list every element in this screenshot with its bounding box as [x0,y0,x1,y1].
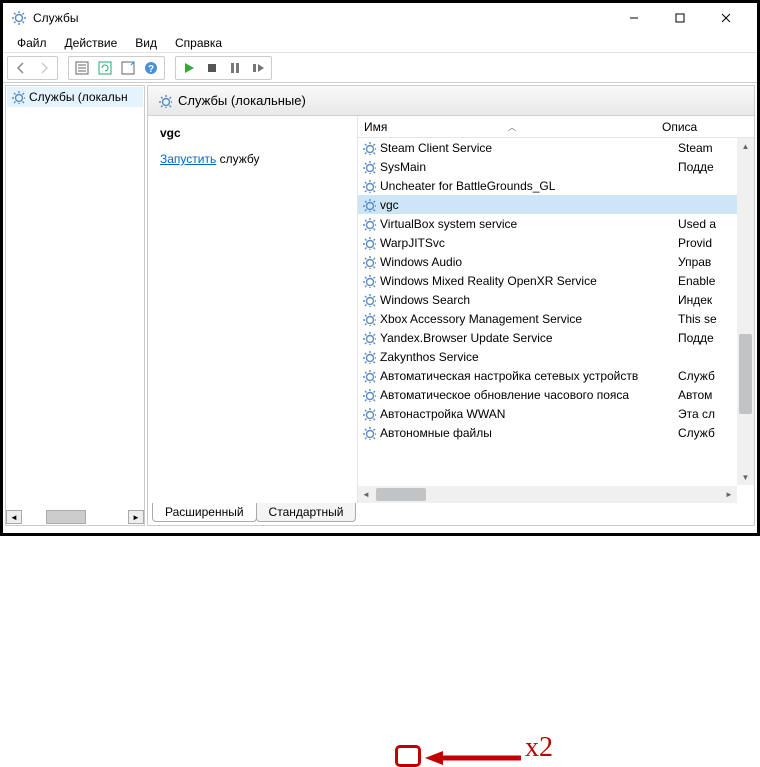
start-service-line: Запустить службу [160,152,345,166]
window-title: Службы [33,11,611,25]
service-row[interactable]: Автоматическая настройка сетевых устройс… [358,366,754,385]
view-tabs: Расширенный Стандартный [148,503,754,525]
services-icon [11,10,27,26]
horizontal-scrollbar[interactable]: ◄► [358,486,737,503]
service-name: Автономные файлы [380,426,674,440]
start-rest: службу [216,152,259,166]
service-name: Steam Client Service [380,141,674,155]
gear-icon [362,312,376,326]
export-button[interactable] [117,58,139,78]
vertical-scrollbar[interactable]: ▲▼ [737,138,754,485]
svg-text:?: ? [148,64,154,75]
service-name: Windows Mixed Reality OpenXR Service [380,274,674,288]
tab-extended[interactable]: Расширенный [152,503,257,522]
service-row[interactable]: Windows AudioУправ [358,252,754,271]
toolbar: ? [3,53,757,83]
service-row[interactable]: Windows Mixed Reality OpenXR ServiceEnab… [358,271,754,290]
service-name: Yandex.Browser Update Service [380,331,674,345]
gear-icon [362,198,376,212]
properties-button[interactable] [71,58,93,78]
service-name: Windows Audio [380,255,674,269]
service-name: WarpJITSvc [380,236,674,250]
tree-item-label: Службы (локальн [29,90,128,104]
service-row[interactable]: WarpJITSvcProvid [358,233,754,252]
stop-service-button[interactable] [201,58,223,78]
gear-icon [362,179,376,193]
service-list[interactable]: Имя︿ Описа Steam Client ServiceSteamSysM… [358,116,754,503]
service-name: Автоматическая настройка сетевых устройс… [380,369,674,383]
gear-icon [362,407,376,421]
panel-header: Службы (локальные) [148,86,754,116]
service-row[interactable]: Uncheater for BattleGrounds_GL [358,176,754,195]
service-name: Zakynthos Service [380,350,674,364]
navigation-tree[interactable]: Службы (локальн ◄ ► [5,85,145,526]
gear-icon [362,388,376,402]
gear-icon [362,369,376,383]
minimize-button[interactable] [611,3,657,33]
back-button[interactable] [10,58,32,78]
menu-file[interactable]: Файл [9,34,55,52]
service-row[interactable]: Yandex.Browser Update ServiceПодде [358,328,754,347]
gear-icon [362,274,376,288]
titlebar: Службы [3,3,757,33]
gear-icon [362,141,376,155]
service-row[interactable]: Windows SearchИндек [358,290,754,309]
service-row[interactable]: SysMainПодде [358,157,754,176]
start-link[interactable]: Запустить [160,152,216,166]
gear-icon [362,350,376,364]
tree-item-services[interactable]: Службы (локальн [7,87,143,107]
annotation-arrow-icon [423,750,523,766]
help-button[interactable]: ? [140,58,162,78]
maximize-button[interactable] [657,3,703,33]
gear-icon [362,426,376,440]
action-pane: vgc Запустить службу [148,116,358,503]
service-row[interactable]: vgc [358,195,754,214]
gear-icon [362,217,376,231]
close-button[interactable] [703,3,749,33]
service-row[interactable]: Автонастройка WWANЭта сл [358,404,754,423]
service-row[interactable]: Zakynthos Service [358,347,754,366]
annotation-label: x2 [525,732,553,764]
menu-view[interactable]: Вид [127,34,165,52]
menu-help[interactable]: Справка [167,34,230,52]
tab-standard[interactable]: Стандартный [256,503,357,522]
column-headers[interactable]: Имя︿ Описа [358,116,754,138]
col-name[interactable]: Имя︿ [358,120,658,134]
selected-service-name: vgc [160,126,345,140]
annotation-highlight-box [395,745,421,767]
restart-service-button[interactable] [247,58,269,78]
gear-icon [362,255,376,269]
menubar: Файл Действие Вид Справка [3,33,757,53]
service-name: Автонастройка WWAN [380,407,674,421]
service-row[interactable]: VirtualBox system serviceUsed a [358,214,754,233]
panel-title: Службы (локальные) [178,93,306,108]
refresh-button[interactable] [94,58,116,78]
menu-action[interactable]: Действие [57,34,126,52]
service-row[interactable]: Автоматическое обновление часового пояса… [358,385,754,404]
start-service-button[interactable] [178,58,200,78]
service-row[interactable]: Автономные файлыСлужб [358,423,754,442]
service-name: Uncheater for BattleGrounds_GL [380,179,674,193]
gear-icon [362,293,376,307]
pause-service-button[interactable] [224,58,246,78]
service-name: SysMain [380,160,674,174]
service-name: Автоматическое обновление часового пояса [380,388,674,402]
gear-icon [362,331,376,345]
tree-hscroll[interactable]: ◄ ► [6,509,144,525]
gear-icon [362,160,376,174]
col-desc[interactable]: Описа [658,120,754,134]
service-name: Xbox Accessory Management Service [380,312,674,326]
service-name: VirtualBox system service [380,217,674,231]
service-row[interactable]: Xbox Accessory Management ServiceThis se [358,309,754,328]
service-name: vgc [380,198,674,212]
gear-icon [362,236,376,250]
service-row[interactable]: Steam Client ServiceSteam [358,138,754,157]
sort-indicator-icon: ︿ [508,122,516,133]
gear-icon [158,94,172,108]
service-name: Windows Search [380,293,674,307]
gear-icon [11,90,25,104]
forward-button[interactable] [33,58,55,78]
